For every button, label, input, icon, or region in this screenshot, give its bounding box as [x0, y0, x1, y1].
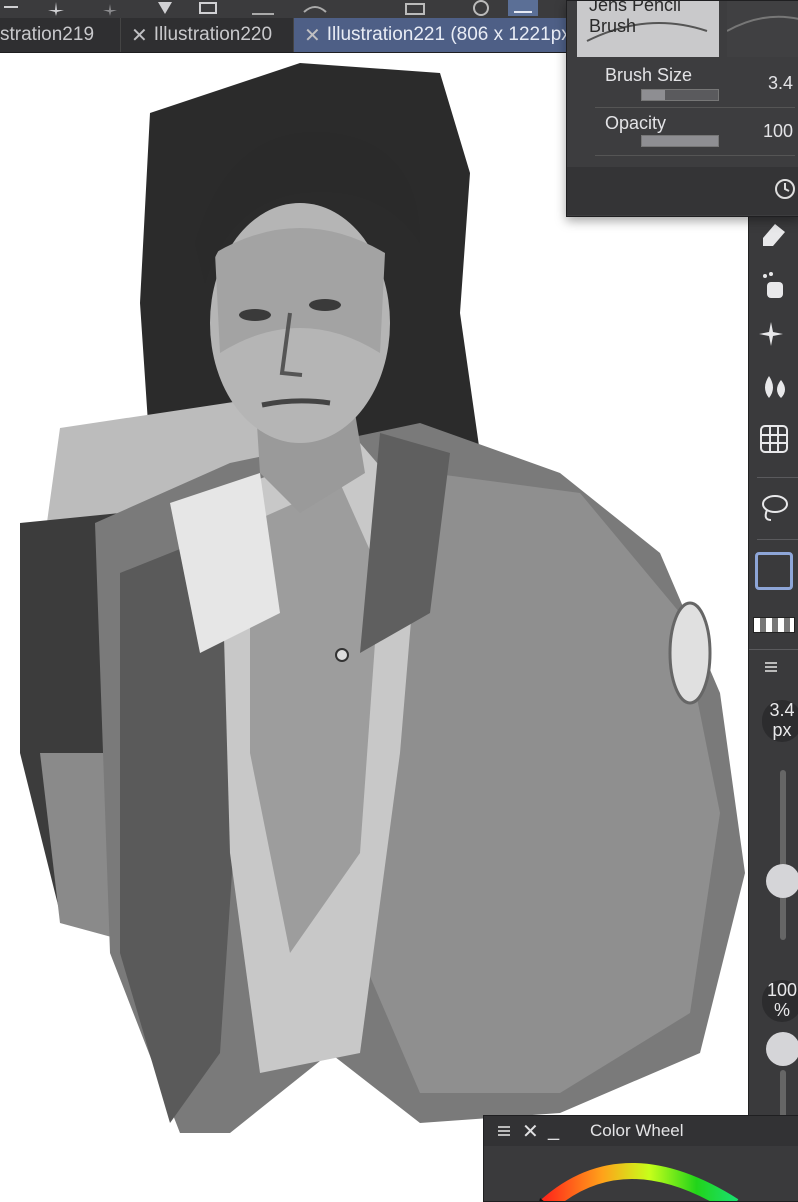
fill-icon[interactable] — [150, 0, 180, 16]
opacity-slider-knob[interactable] — [766, 1032, 798, 1066]
menu-icon[interactable] — [0, 0, 30, 16]
panel-menu-icon[interactable] — [496, 1124, 512, 1138]
right-tool-strip — [748, 53, 798, 1200]
brush-preview: Jens Pencil Brush — [577, 0, 719, 57]
ruler-icon[interactable] — [248, 0, 278, 16]
brush-size-bar[interactable] — [641, 89, 719, 101]
size-unit: px — [772, 720, 792, 740]
opacity-readout: 100 % — [762, 980, 798, 1022]
opacity-fill — [642, 136, 718, 146]
brush-size-fill — [642, 90, 665, 100]
opacity-value: 100 — [766, 980, 798, 1000]
brush-size-slider-knob[interactable] — [766, 864, 798, 898]
brush-property-panel: Jens Pencil Brush Brush Size 3.4 Opacity… — [566, 0, 798, 217]
brush-size-readout: 3.4 px — [762, 700, 798, 742]
lasso-icon[interactable] — [749, 485, 798, 529]
tab-illustration221[interactable]: ✕ Illustration221 (806 x 1221px — [294, 18, 585, 52]
size-value: 3.4 — [769, 700, 795, 720]
opacity-label: Opacity — [605, 113, 667, 133]
sparkle-icon[interactable] — [42, 0, 72, 16]
transform-icon[interactable] — [194, 0, 224, 16]
grid-icon[interactable] — [749, 417, 798, 461]
divider — [757, 477, 798, 478]
eraser-icon[interactable] — [749, 211, 798, 255]
brush-size-label: Brush Size — [605, 65, 693, 85]
divider — [757, 539, 798, 540]
divider — [595, 107, 795, 108]
rotate-icon[interactable] — [466, 0, 496, 16]
selection-icon[interactable] — [300, 0, 330, 16]
tab-illustration220[interactable]: ✕ Illustration220 — [121, 18, 294, 52]
brush-size-value: 3.4 — [767, 73, 793, 93]
panel-menu-icon[interactable] — [749, 653, 798, 681]
minimize-icon[interactable]: _ — [548, 1119, 559, 1142]
transparent-swatch-icon[interactable] — [749, 611, 798, 639]
blend-icon[interactable] — [749, 365, 798, 409]
timer-icon[interactable] — [773, 177, 797, 201]
decoration-icon[interactable] — [749, 313, 798, 357]
divider — [749, 649, 798, 650]
airbrush-icon[interactable] — [749, 263, 798, 307]
color-swatch-icon[interactable] — [749, 547, 798, 595]
close-icon[interactable]: ✕ — [522, 1119, 539, 1144]
active-tool-icon[interactable] — [508, 0, 538, 16]
color-wheel[interactable] — [484, 1146, 798, 1201]
brush-size-slider-track[interactable] — [780, 770, 786, 940]
opacity-bar[interactable] — [641, 135, 719, 147]
drawing-canvas[interactable] — [0, 53, 748, 1200]
panel-footer — [567, 167, 798, 215]
close-icon[interactable]: ✕ — [131, 23, 148, 48]
opacity-unit: % — [773, 1000, 790, 1020]
close-icon[interactable]: ✕ — [304, 23, 321, 48]
tab-label: stration219 — [0, 24, 95, 45]
sparkle-icon[interactable] — [96, 0, 126, 16]
opacity-value: 100 — [762, 121, 793, 141]
color-wheel-panel: ✕ _ Color Wheel — [483, 1115, 798, 1202]
artwork-illustration — [20, 63, 745, 1133]
brush-stroke-preview — [726, 1, 798, 57]
layer-icon[interactable] — [400, 0, 430, 16]
tab-illustration219[interactable]: stration219 — [0, 18, 121, 52]
divider — [595, 155, 795, 156]
brush-name: Jens Pencil Brush — [589, 0, 682, 36]
color-wheel-title: Color Wheel — [590, 1121, 684, 1140]
tab-label: Illustration220 — [153, 24, 273, 45]
tab-label: Illustration221 (806 x 1221px — [326, 24, 571, 45]
color-wheel-header: ✕ _ Color Wheel — [484, 1116, 798, 1146]
